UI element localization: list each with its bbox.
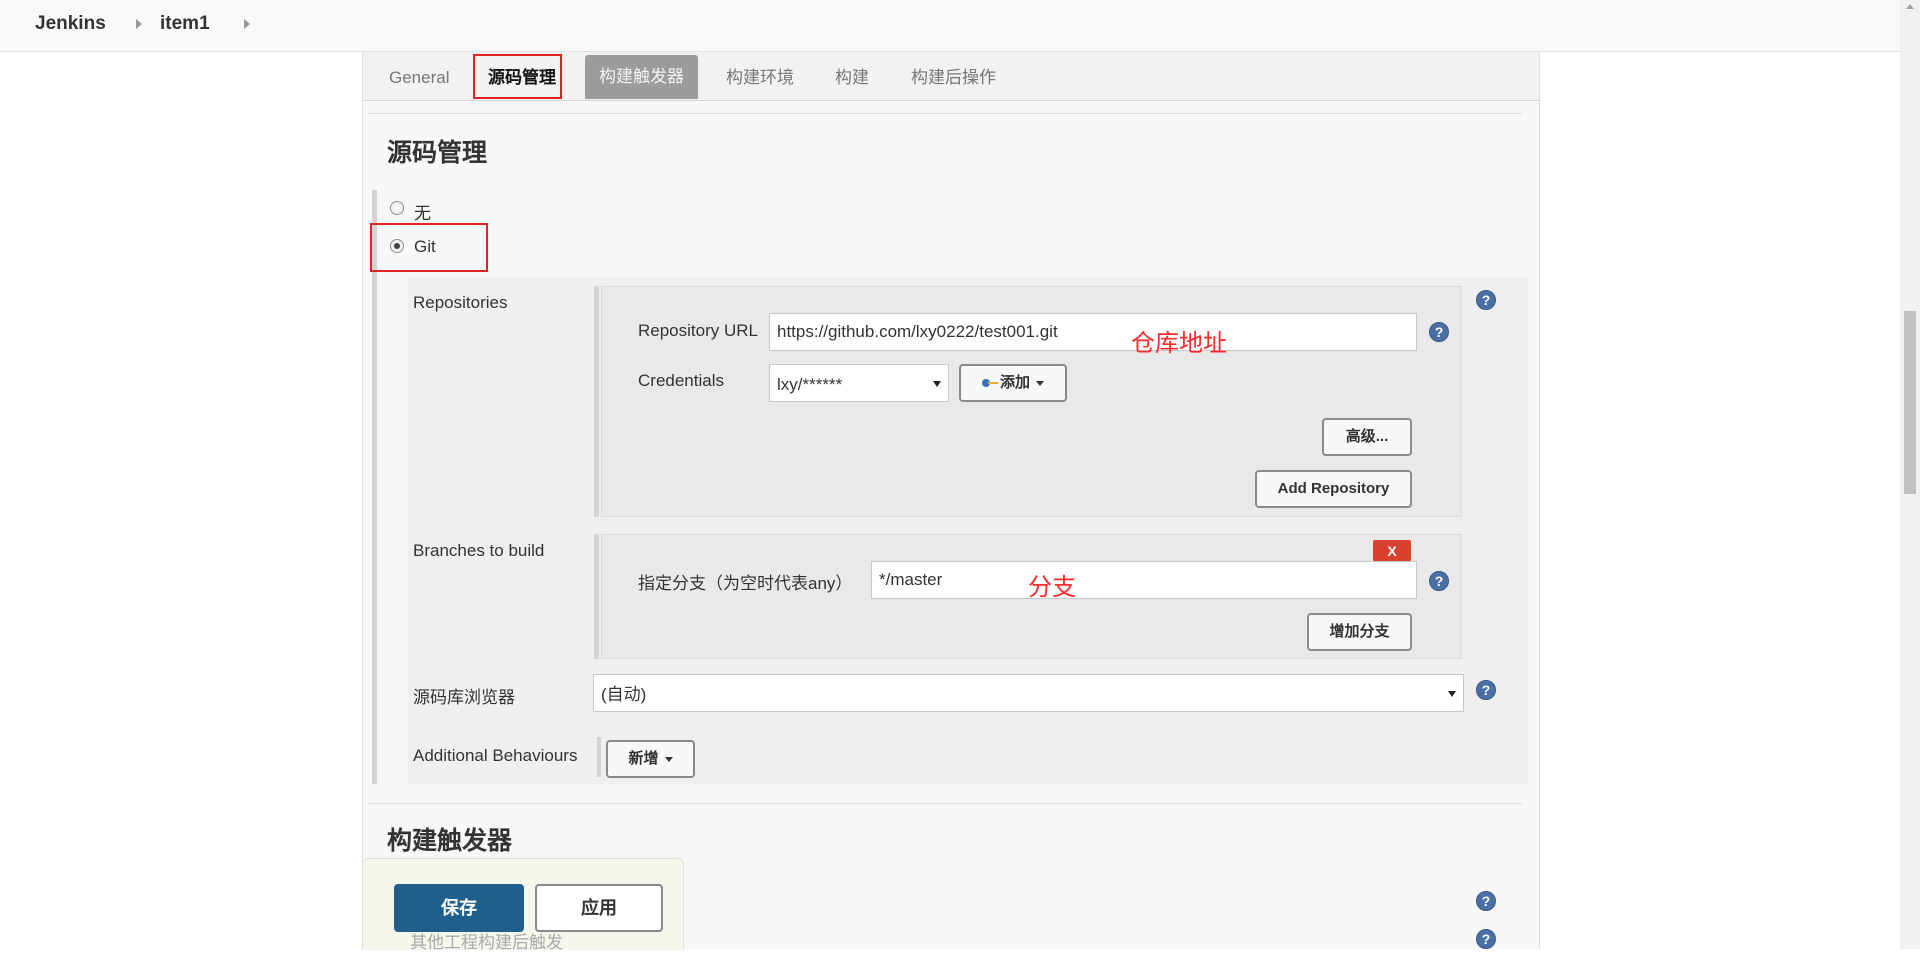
scroll-up-icon[interactable] [1906, 4, 1914, 9]
key-icon [981, 379, 998, 388]
add-branch-button[interactable]: 增加分支 [1307, 613, 1412, 651]
tab-general[interactable]: General [389, 52, 449, 100]
behaviours-bar [597, 737, 601, 777]
credentials-value: lxy/****** [777, 375, 843, 394]
tab-build-environment[interactable]: 构建环境 [726, 52, 794, 100]
scm-none-radio[interactable] [390, 201, 404, 215]
repo-url-label: Repository URL [638, 321, 758, 340]
credentials-label: Credentials [638, 371, 724, 390]
tab-build[interactable]: 构建 [835, 52, 869, 100]
page-scrollbar[interactable] [1900, 0, 1920, 949]
breadcrumb-arrow-icon[interactable] [136, 19, 142, 29]
triggers-section-title: 构建触发器 [387, 827, 513, 855]
breadcrumb-item1[interactable]: item1 [160, 13, 210, 35]
scm-none-label[interactable]: 无 [414, 199, 431, 224]
credentials-select[interactable]: lxy/****** [769, 364, 949, 402]
branches-label: Branches to build [413, 541, 545, 560]
tab-build-triggers[interactable]: 构建触发器 [585, 55, 698, 99]
chevron-down-icon [1448, 691, 1456, 697]
divider [368, 803, 1522, 804]
help-icon[interactable]: ? [1476, 929, 1496, 949]
add-repository-button[interactable]: Add Repository [1255, 470, 1412, 508]
repo-url-input[interactable]: https://github.com/lxy0222/test001.git [769, 313, 1417, 351]
branch-specifier-input[interactable]: */master [871, 561, 1417, 599]
highlight-scm-tab [473, 54, 562, 99]
delete-branch-button[interactable]: X [1373, 540, 1411, 562]
add-behaviour-button[interactable]: 新增 [606, 740, 695, 778]
help-icon[interactable]: ? [1476, 891, 1496, 911]
add-credentials-label: 添加 [999, 374, 1030, 391]
save-button[interactable]: 保存 [394, 884, 524, 932]
help-icon[interactable]: ? [1476, 680, 1496, 700]
breadcrumb-jenkins[interactable]: Jenkins [35, 13, 106, 35]
repo-url-annotation: 仓库地址 [1131, 330, 1227, 357]
branch-annotation: 分支 [1028, 574, 1076, 601]
tab-post-build[interactable]: 构建后操作 [911, 52, 996, 100]
scrollbar-thumb[interactable] [1904, 311, 1916, 494]
repositories-label: Repositories [413, 293, 508, 312]
repo-browser-select[interactable]: (自动) [593, 674, 1464, 712]
repo-browser-label: 源码库浏览器 [413, 688, 515, 707]
repo-browser-value: (自动) [601, 685, 647, 704]
caret-down-icon [664, 756, 673, 762]
repositories-bar [594, 286, 599, 517]
apply-button[interactable]: 应用 [535, 884, 663, 932]
highlight-git-option [370, 223, 488, 272]
caret-down-icon [1036, 380, 1044, 386]
add-behaviour-label: 新增 [628, 750, 659, 767]
breadcrumb-arrow-icon[interactable] [244, 19, 250, 29]
scm-section-title: 源码管理 [387, 139, 488, 167]
help-icon[interactable]: ? [1429, 571, 1449, 591]
help-icon[interactable]: ? [1429, 322, 1449, 342]
branch-specifier-label: 指定分支（为空时代表any） [638, 574, 853, 593]
branches-bar [594, 534, 599, 659]
additional-behaviours-label: Additional Behaviours [413, 746, 578, 765]
breadcrumb-bar: Jenkins item1 [0, 0, 1900, 52]
add-credentials-button[interactable]: 添加 [959, 364, 1067, 402]
divider [368, 113, 1522, 114]
help-icon[interactable]: ? [1476, 290, 1496, 310]
advanced-button[interactable]: 高级... [1322, 418, 1412, 456]
chevron-down-icon [933, 381, 941, 387]
scm-options-bar [372, 190, 377, 784]
